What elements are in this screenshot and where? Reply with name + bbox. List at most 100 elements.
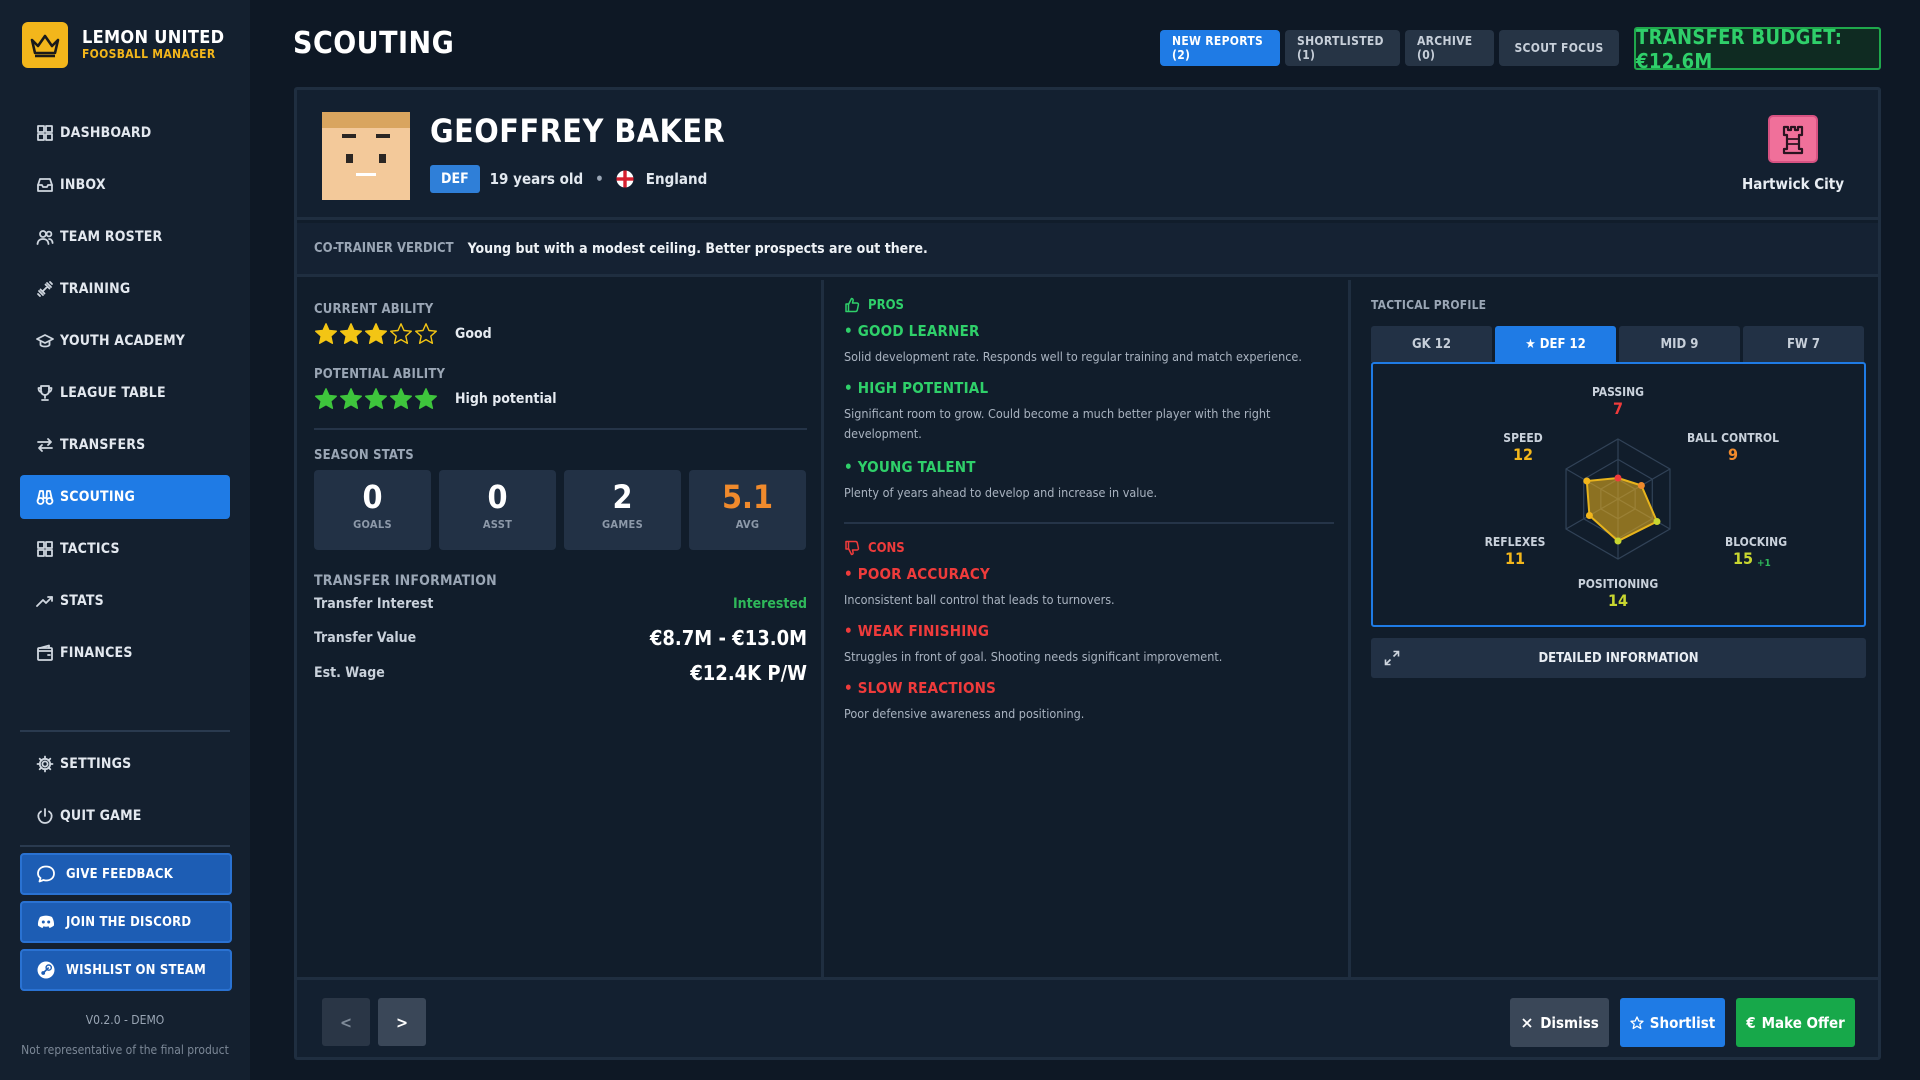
nav-label: TRAINING — [60, 281, 131, 297]
nav-finances[interactable]: FINANCES — [20, 631, 230, 675]
tab-shortlisted[interactable]: SHORTLISTED (1) — [1285, 30, 1400, 66]
nav-label: TACTICS — [60, 541, 120, 557]
stat-label: GAMES — [601, 518, 644, 531]
make-offer-button[interactable]: € Make Offer — [1736, 998, 1855, 1047]
give-feedback-button[interactable]: GIVE FEEDBACK — [20, 853, 232, 895]
tactical-profile-label: TACTICAL PROFILE — [1371, 298, 1487, 312]
star-filled-icon — [365, 388, 387, 409]
transfer-interest-value: Interested — [732, 596, 807, 612]
position-badge: DEF — [430, 165, 480, 193]
nav-settings[interactable]: SETTINGS — [20, 742, 230, 786]
transfer-arrows-icon — [37, 438, 53, 452]
nav-transfers[interactable]: TRANSFERS — [20, 423, 230, 467]
nav-team-roster[interactable]: TEAM ROSTER — [20, 215, 230, 259]
dismiss-button[interactable]: Dismiss — [1510, 998, 1609, 1047]
pro-title: • GOOD LEARNER — [844, 322, 980, 340]
england-flag-icon — [616, 170, 634, 188]
stat-value: 2 — [612, 478, 633, 516]
steam-icon — [37, 961, 55, 979]
radar-attr-label: BALL CONTROL — [1687, 431, 1779, 445]
brand-subtitle: FOOSBALL MANAGER — [82, 47, 216, 62]
grid-icon — [37, 125, 53, 141]
radar-attr-label: PASSING — [1592, 385, 1644, 399]
nav-youth-academy[interactable]: YOUTH ACADEMY — [20, 319, 230, 363]
tab-scout-focus[interactable]: SCOUT FOCUS — [1499, 30, 1619, 66]
gear-icon — [36, 755, 54, 773]
stat-value: 5.1 — [722, 478, 773, 516]
co-trainer-verdict: CO-TRAINER VERDICT Young but with a mode… — [297, 223, 1878, 277]
nav-scouting[interactable]: SCOUTING — [20, 475, 230, 519]
nav-label: TEAM ROSTER — [60, 229, 163, 245]
player-header: GEOFFREY BAKER DEF 19 years old • Englan… — [297, 90, 1878, 220]
detailed-information-button[interactable]: DETAILED INFORMATION — [1371, 638, 1866, 678]
nav-training[interactable]: TRAINING — [20, 267, 230, 311]
sidebar-divider — [20, 845, 230, 847]
tactics-grid-icon — [37, 541, 53, 557]
tab-gk[interactable]: GK 12 — [1371, 326, 1492, 362]
tab-new-reports[interactable]: NEW REPORTS (2) — [1160, 30, 1280, 66]
separator-dot: • — [595, 170, 604, 188]
pro-item: • GOOD LEARNER Solid development rate. R… — [844, 322, 1334, 367]
wishlist-steam-button[interactable]: WISHLIST ON STEAM — [20, 949, 232, 991]
potential-ability-rating: High potential — [314, 387, 557, 411]
detailed-information-label: DETAILED INFORMATION — [1538, 650, 1699, 666]
radar-attr-label: BLOCKING — [1725, 535, 1787, 549]
current-ability-text: Good — [455, 326, 492, 342]
pro-description: Solid development rate. Responds well to… — [844, 349, 1302, 364]
wage-key: Est. Wage — [314, 665, 385, 681]
club-name: Hartwick City — [1741, 175, 1845, 193]
transfer-interest-key: Transfer Interest — [314, 596, 434, 612]
version-label: V0.2.0 - DEMO — [85, 1013, 165, 1027]
report-footer: < > Dismiss Shortlist € Make Offer — [297, 977, 1878, 1057]
radar-attr-value: 12 — [1513, 445, 1533, 464]
radar-attr-value: 15 — [1733, 549, 1753, 568]
power-icon — [37, 808, 53, 824]
discord-icon — [37, 915, 55, 928]
pro-description: Plenty of years ahead to develop and inc… — [844, 485, 1158, 500]
nav-league-table[interactable]: LEAGUE TABLE — [20, 371, 230, 415]
player-nationality: England — [645, 170, 708, 188]
star-group — [314, 322, 439, 346]
con-title: • SLOW REACTIONS — [844, 679, 997, 697]
radar-attr-label: POSITIONING — [1578, 577, 1659, 591]
nav-tactics[interactable]: TACTICS — [20, 527, 230, 571]
stat-label: ASST — [482, 518, 513, 531]
tab-fw[interactable]: FW 7 — [1743, 326, 1864, 362]
next-report-button[interactable]: > — [378, 998, 426, 1046]
shortlist-label: Shortlist — [1649, 1013, 1716, 1032]
join-discord-button[interactable]: JOIN THE DISCORD — [20, 901, 232, 943]
thumbs-up-icon — [845, 297, 860, 313]
nav-dashboard[interactable]: DASHBOARD — [20, 111, 230, 155]
prev-report-button[interactable]: < — [322, 998, 370, 1046]
wishlist-steam-label: WISHLIST ON STEAM — [66, 962, 207, 978]
tab-def[interactable]: ★ DEF 12 — [1495, 326, 1616, 362]
nav-label: STATS — [60, 593, 104, 609]
radar-attr-value: 9 — [1728, 445, 1738, 464]
stat-value: 0 — [487, 478, 508, 516]
pro-title: • YOUNG TALENT — [844, 458, 976, 476]
radar-attr-value: 14 — [1608, 591, 1628, 610]
con-item: • POOR ACCURACY Inconsistent ball contro… — [844, 565, 1334, 610]
tab-mid[interactable]: MID 9 — [1619, 326, 1740, 362]
season-stats-label: SEASON STATS — [314, 448, 414, 463]
radar-attr-value: 7 — [1613, 399, 1623, 418]
expand-icon — [1384, 650, 1400, 666]
tab-archive[interactable]: ARCHIVE (0) — [1405, 30, 1494, 66]
section-divider — [314, 428, 807, 430]
stat-assists: 0 ASST — [439, 470, 556, 550]
graduation-cap-icon — [36, 334, 54, 348]
radar-point — [1637, 482, 1645, 489]
shortlist-button[interactable]: Shortlist — [1620, 998, 1725, 1047]
star-filled-icon — [340, 323, 362, 344]
pro-item: • YOUNG TALENT Plenty of years ahead to … — [844, 458, 1334, 503]
transfer-value-amount: €8.7M - €13.0M — [649, 626, 807, 650]
pros-label: PROS — [868, 297, 904, 313]
nav-stats[interactable]: STATS — [20, 579, 230, 623]
dismiss-label: Dismiss — [1540, 1013, 1599, 1032]
nav-quit-game[interactable]: QUIT GAME — [20, 794, 230, 838]
star-empty-icon — [390, 323, 412, 344]
radar-attr-delta: +1 — [1757, 558, 1771, 569]
nav-inbox[interactable]: INBOX — [20, 163, 230, 207]
star-outline-icon — [1630, 1015, 1644, 1029]
radar-point — [1614, 537, 1622, 545]
